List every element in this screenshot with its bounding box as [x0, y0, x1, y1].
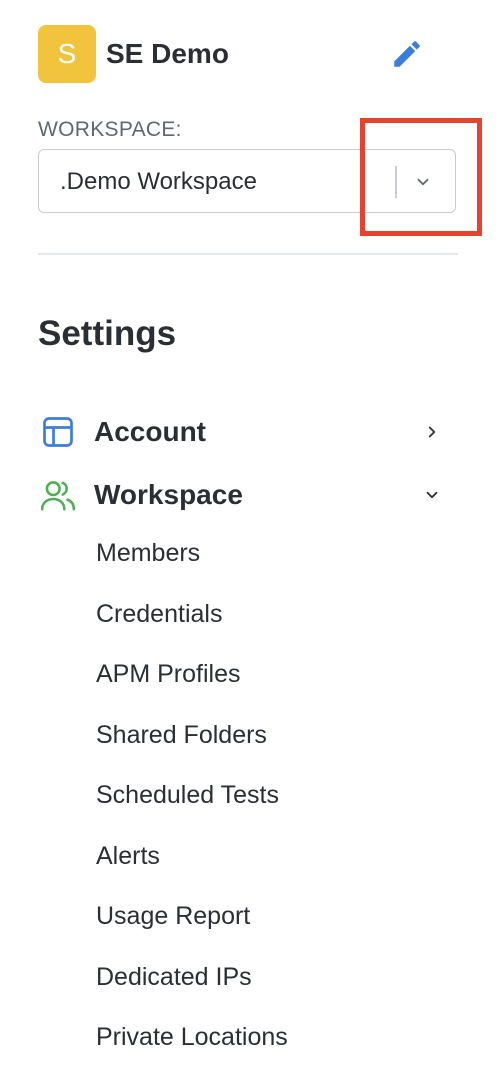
submenu-item-apm-profiles[interactable]: APM Profiles — [96, 652, 288, 713]
submenu-item-usage-report[interactable]: Usage Report — [96, 894, 288, 955]
submenu-item-members[interactable]: Members — [96, 531, 288, 592]
layout-icon — [38, 412, 78, 452]
nav-item-account[interactable]: Account — [38, 410, 458, 454]
submenu-item-alerts[interactable]: Alerts — [96, 834, 288, 895]
settings-title: Settings — [38, 314, 177, 353]
users-icon — [38, 475, 78, 515]
workspace-submenu: Members Credentials APM Profiles Shared … — [96, 531, 288, 1071]
org-avatar: S — [38, 25, 96, 83]
submenu-item-credentials[interactable]: Credentials — [96, 592, 288, 653]
chevron-down-icon — [420, 483, 444, 507]
submenu-item-shared-folders[interactable]: Shared Folders — [96, 713, 288, 774]
submenu-item-dedicated-ips[interactable]: Dedicated IPs — [96, 955, 288, 1016]
nav-item-workspace[interactable]: Workspace — [38, 473, 458, 517]
divider — [38, 253, 458, 255]
org-name: SE Demo — [106, 38, 229, 69]
settings-sidebar: S SE Demo WORKSPACE: .Demo Workspace Set… — [0, 0, 500, 1071]
highlight-annotation — [360, 118, 482, 236]
nav-item-label: Account — [94, 416, 206, 447]
workspace-label: WORKSPACE: — [38, 118, 182, 141]
chevron-right-icon — [420, 420, 444, 444]
submenu-item-private-locations[interactable]: Private Locations — [96, 1015, 288, 1071]
pencil-icon[interactable] — [388, 35, 426, 73]
nav-item-label: Workspace — [94, 479, 243, 510]
workspace-select-value: .Demo Workspace — [60, 168, 257, 195]
submenu-item-scheduled-tests[interactable]: Scheduled Tests — [96, 773, 288, 834]
org-header: S SE Demo — [38, 25, 458, 83]
